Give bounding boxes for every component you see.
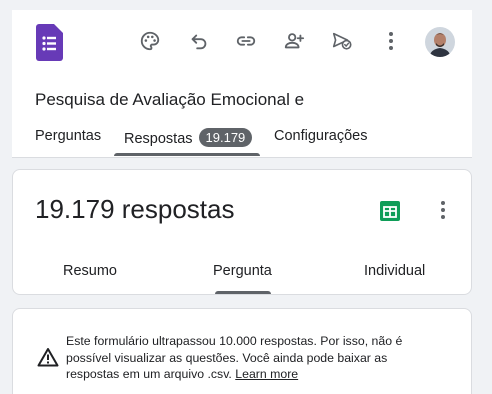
learn-more-link[interactable]: Learn more bbox=[235, 367, 298, 381]
limit-notice-card: Este formulário ultrapassou 10.000 respo… bbox=[12, 308, 472, 394]
responses-heading: 19.179 respostas bbox=[35, 194, 235, 224]
add-collaborator-icon bbox=[284, 33, 305, 49]
palette-icon bbox=[140, 31, 160, 51]
active-subtab-indicator bbox=[215, 291, 271, 294]
responses-summary-card: 19.179 respostas Resumo Pergunta Individ… bbox=[12, 169, 472, 295]
account-avatar[interactable] bbox=[425, 27, 455, 57]
tab-responses[interactable]: Respostas 19.179 bbox=[124, 128, 253, 147]
form-title[interactable]: Pesquisa de Avaliação Emocional e bbox=[35, 90, 304, 110]
copy-link-button[interactable] bbox=[231, 26, 261, 56]
main-tabs: Perguntas Respostas 19.179 Configurações bbox=[12, 126, 472, 158]
subtab-question[interactable]: Pergunta bbox=[213, 263, 272, 279]
subtab-individual[interactable]: Individual bbox=[364, 263, 425, 279]
send-icon bbox=[332, 32, 352, 50]
more-vert-icon bbox=[441, 201, 445, 219]
add-collaborators-button[interactable] bbox=[279, 26, 309, 56]
form-header: Pesquisa de Avaliação Emocional e Pergun… bbox=[12, 10, 472, 158]
tab-responses-label: Respostas bbox=[124, 131, 193, 147]
publish-button[interactable] bbox=[327, 26, 357, 56]
header-divider bbox=[12, 157, 472, 158]
undo-icon bbox=[191, 34, 207, 50]
link-to-sheets-icon[interactable] bbox=[380, 201, 400, 221]
avatar-photo-icon bbox=[425, 27, 455, 57]
customize-theme-button[interactable] bbox=[135, 26, 165, 56]
undo-button[interactable] bbox=[184, 26, 214, 56]
tab-questions[interactable]: Perguntas bbox=[35, 128, 101, 144]
limit-notice-text: Este formulário ultrapassou 10.000 respo… bbox=[66, 333, 426, 383]
link-icon bbox=[236, 36, 256, 46]
more-vert-icon bbox=[389, 32, 393, 50]
subtab-summary[interactable]: Resumo bbox=[63, 263, 117, 279]
responses-count-badge: 19.179 bbox=[198, 128, 253, 147]
tab-settings[interactable]: Configurações bbox=[274, 128, 368, 144]
google-forms-logo-icon[interactable] bbox=[36, 24, 63, 61]
more-options-button[interactable] bbox=[376, 26, 406, 56]
active-tab-indicator bbox=[114, 153, 260, 156]
warning-icon bbox=[37, 348, 59, 367]
responses-more-button[interactable] bbox=[431, 198, 455, 222]
